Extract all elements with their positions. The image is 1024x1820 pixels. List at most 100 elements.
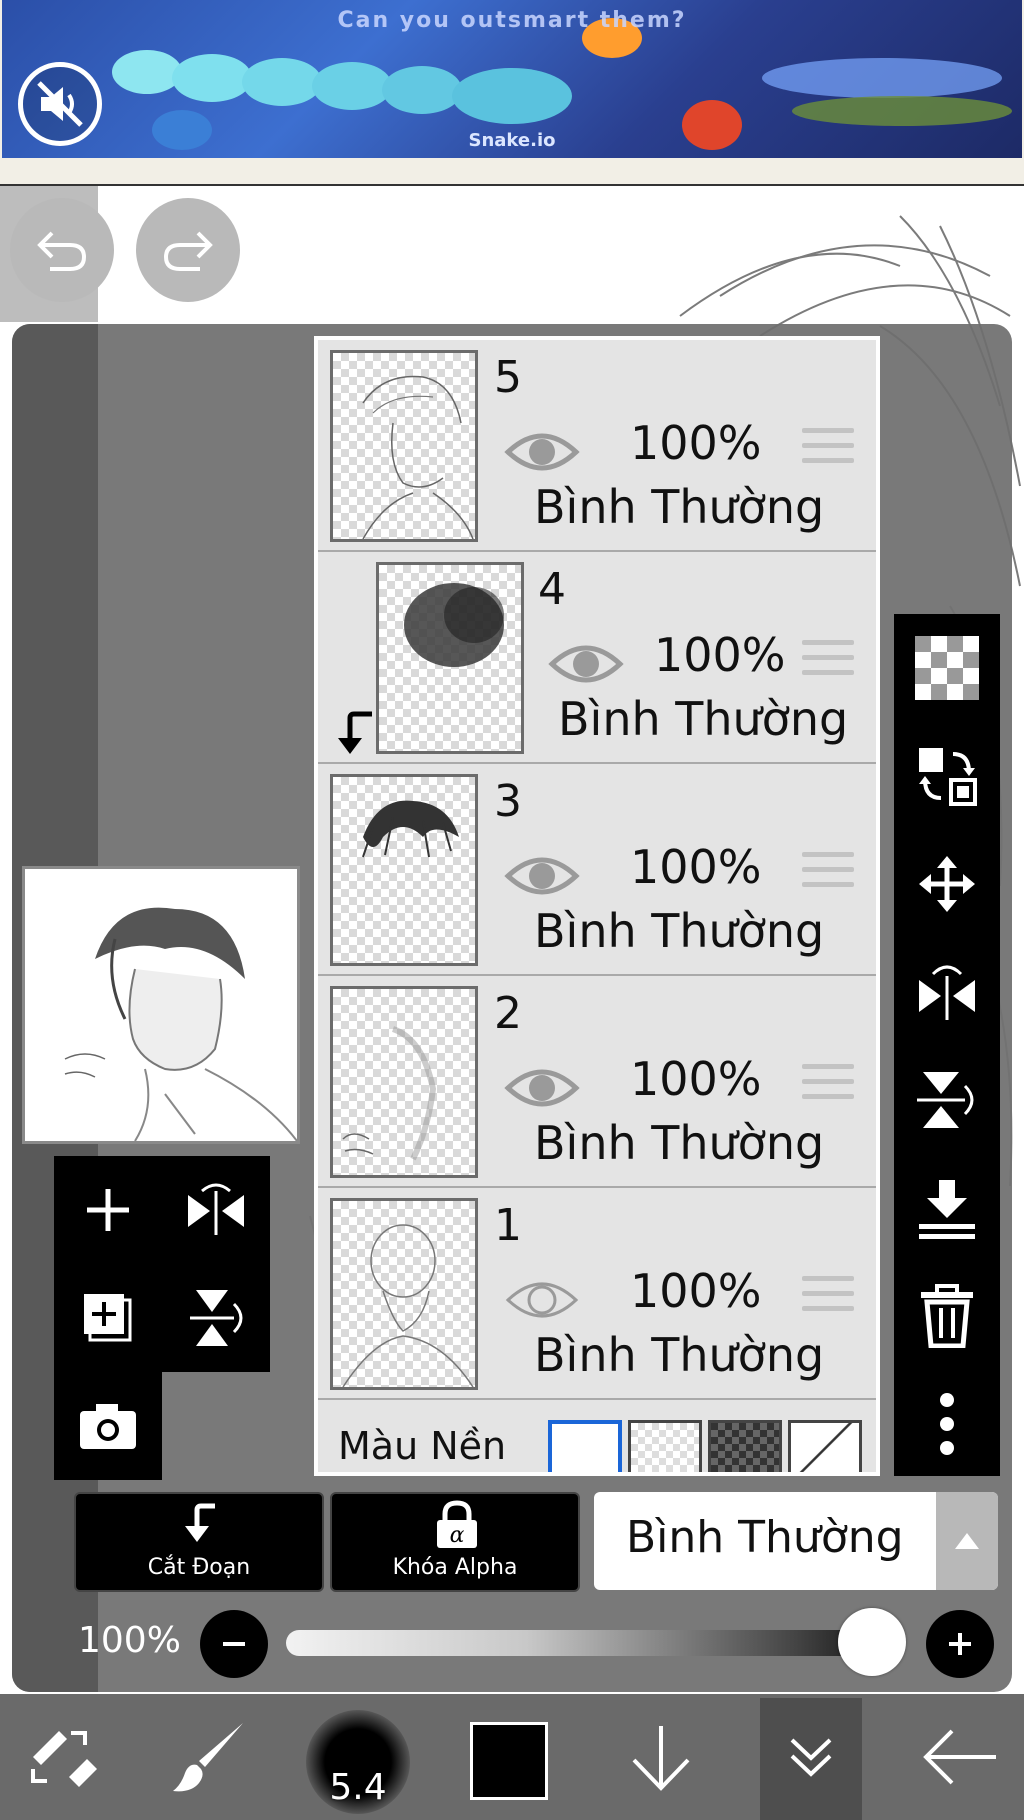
layer-number: 3 xyxy=(494,776,522,827)
drag-handle-icon[interactable] xyxy=(802,640,854,684)
triangle-up-icon xyxy=(955,1533,979,1549)
layer-opacity: 100% xyxy=(630,416,762,470)
flip-horizontal-icon xyxy=(919,965,975,1020)
background-color-label: Màu Nền xyxy=(338,1424,507,1468)
layers-button[interactable] xyxy=(760,1694,862,1820)
flip-horizontal-button[interactable] xyxy=(162,1156,270,1264)
layer-blend-mode: Bình Thường xyxy=(534,904,825,958)
layer-number: 1 xyxy=(494,1200,522,1251)
swap-layers-icon xyxy=(919,748,977,806)
layer-opacity: 100% xyxy=(630,840,762,894)
background-transparent-swatch[interactable] xyxy=(628,1420,702,1472)
thumbnail-shading xyxy=(404,583,504,667)
layer-opacity: 100% xyxy=(630,1264,762,1318)
opacity-slider-knob[interactable] xyxy=(838,1608,906,1676)
drag-handle-icon[interactable] xyxy=(802,1064,854,1108)
redo-icon xyxy=(163,231,213,271)
flip-vertical-button[interactable] xyxy=(894,1046,1000,1154)
layer-row-4[interactable]: 4 100% Bình Thường xyxy=(318,552,876,764)
plus-icon xyxy=(949,1633,971,1655)
back-arrow-icon xyxy=(923,1729,996,1785)
blend-mode-value: Bình Thường xyxy=(626,1512,904,1563)
layer-opacity: 100% xyxy=(630,1052,762,1106)
brush-size-value: 5.4 xyxy=(329,1767,387,1808)
ad-banner[interactable]: Can you outsmart them? Snake.io xyxy=(0,0,1024,186)
layer-blend-mode: Bình Thường xyxy=(534,1328,825,1382)
layer-thumbnail[interactable] xyxy=(330,986,478,1178)
app-screen: Can you outsmart them? Snake.io 5 100% B… xyxy=(0,0,1024,1820)
layers-icon xyxy=(790,1738,832,1777)
background-none-swatch[interactable] xyxy=(788,1420,862,1472)
flip-horizontal-button[interactable] xyxy=(894,938,1000,1046)
transparency-icon xyxy=(915,636,979,700)
mute-button[interactable] xyxy=(18,62,102,146)
svg-text:α: α xyxy=(450,1523,465,1548)
layer-thumbnail[interactable] xyxy=(330,1198,478,1390)
layer-thumbnail[interactable] xyxy=(330,350,478,542)
opacity-slider-track[interactable] xyxy=(286,1630,886,1656)
flip-vertical-icon xyxy=(190,1290,243,1346)
blend-mode-dropdown-button[interactable] xyxy=(936,1492,998,1590)
move-icon xyxy=(919,856,975,912)
move-button[interactable] xyxy=(894,830,1000,938)
brush-size-button[interactable]: 5.4 xyxy=(306,1710,410,1814)
drag-handle-icon[interactable] xyxy=(802,852,854,896)
thumbnail-sketch xyxy=(362,375,474,539)
background-white-swatch[interactable] xyxy=(548,1420,622,1472)
color-swatch[interactable] xyxy=(470,1722,548,1800)
layer-row-1[interactable]: 1 100% Bình Thường xyxy=(318,1188,876,1400)
layer-thumbnail[interactable] xyxy=(376,562,524,754)
undo-icon xyxy=(37,231,87,271)
layer-list[interactable]: 5 100% Bình Thường 4 100% Bình Thường 3 … xyxy=(314,336,880,1476)
swap-layers-button[interactable] xyxy=(894,722,1000,830)
drag-handle-icon[interactable] xyxy=(802,1276,854,1320)
thumbnail-outline xyxy=(342,1224,474,1387)
transparency-button[interactable] xyxy=(894,614,1000,722)
ad-image[interactable]: Can you outsmart them? Snake.io xyxy=(2,0,1022,158)
down-arrow-button[interactable] xyxy=(616,1694,706,1820)
add-layer-button[interactable] xyxy=(54,1156,162,1264)
delete-layer-button[interactable] xyxy=(894,1262,1000,1370)
layer-list-inner: 5 100% Bình Thường 4 100% Bình Thường 3 … xyxy=(318,340,876,1472)
layer-row-3[interactable]: 3 100% Bình Thường xyxy=(318,764,876,976)
drag-handle-icon[interactable] xyxy=(802,428,854,472)
camera-button[interactable] xyxy=(54,1372,162,1480)
ad-headline: Can you outsmart them? xyxy=(337,8,687,33)
brush-icon xyxy=(173,1723,243,1792)
eye-icon[interactable] xyxy=(548,638,624,690)
trash-icon xyxy=(921,1284,973,1348)
layer-blend-mode: Bình Thường xyxy=(534,480,825,534)
eye-icon[interactable] xyxy=(504,850,580,902)
eye-hidden-icon[interactable] xyxy=(504,1274,580,1326)
flip-vertical-button[interactable] xyxy=(162,1264,270,1372)
layer-row-2[interactable]: 2 100% Bình Thường xyxy=(318,976,876,1188)
minus-icon xyxy=(223,1642,245,1646)
ad-brand: Snake.io xyxy=(468,130,556,151)
duplicate-layer-button[interactable] xyxy=(54,1264,162,1372)
background-dark-swatch[interactable] xyxy=(708,1420,782,1472)
more-options-button[interactable] xyxy=(894,1370,1000,1478)
blend-mode-select[interactable]: Bình Thường xyxy=(594,1492,998,1590)
thumbnail-hair xyxy=(362,800,459,858)
eye-icon[interactable] xyxy=(504,1062,580,1114)
undo-button[interactable] xyxy=(10,198,114,302)
thumbnail-texture xyxy=(342,1026,437,1161)
layer-number: 2 xyxy=(494,988,522,1039)
layer-tools-right xyxy=(894,614,1000,1476)
transform-tool-button[interactable] xyxy=(20,1694,110,1820)
opacity-decrease-button[interactable] xyxy=(200,1610,268,1678)
brush-button[interactable] xyxy=(164,1694,254,1820)
layer-blend-mode: Bình Thường xyxy=(534,1116,825,1170)
eye-icon[interactable] xyxy=(504,426,580,478)
layer-number: 4 xyxy=(538,564,566,615)
alpha-lock-button[interactable]: α Khóa Alpha xyxy=(330,1492,580,1592)
back-button[interactable] xyxy=(910,1694,1010,1820)
layer-thumbnail[interactable] xyxy=(330,774,478,966)
more-icon xyxy=(940,1393,954,1455)
layer-row-5[interactable]: 5 100% Bình Thường xyxy=(318,340,876,552)
merge-down-button[interactable] xyxy=(894,1154,1000,1262)
clipping-button[interactable]: Cắt Đoạn xyxy=(74,1492,324,1592)
opacity-increase-button[interactable] xyxy=(926,1610,994,1678)
canvas-preview[interactable] xyxy=(22,866,300,1144)
redo-button[interactable] xyxy=(136,198,240,302)
